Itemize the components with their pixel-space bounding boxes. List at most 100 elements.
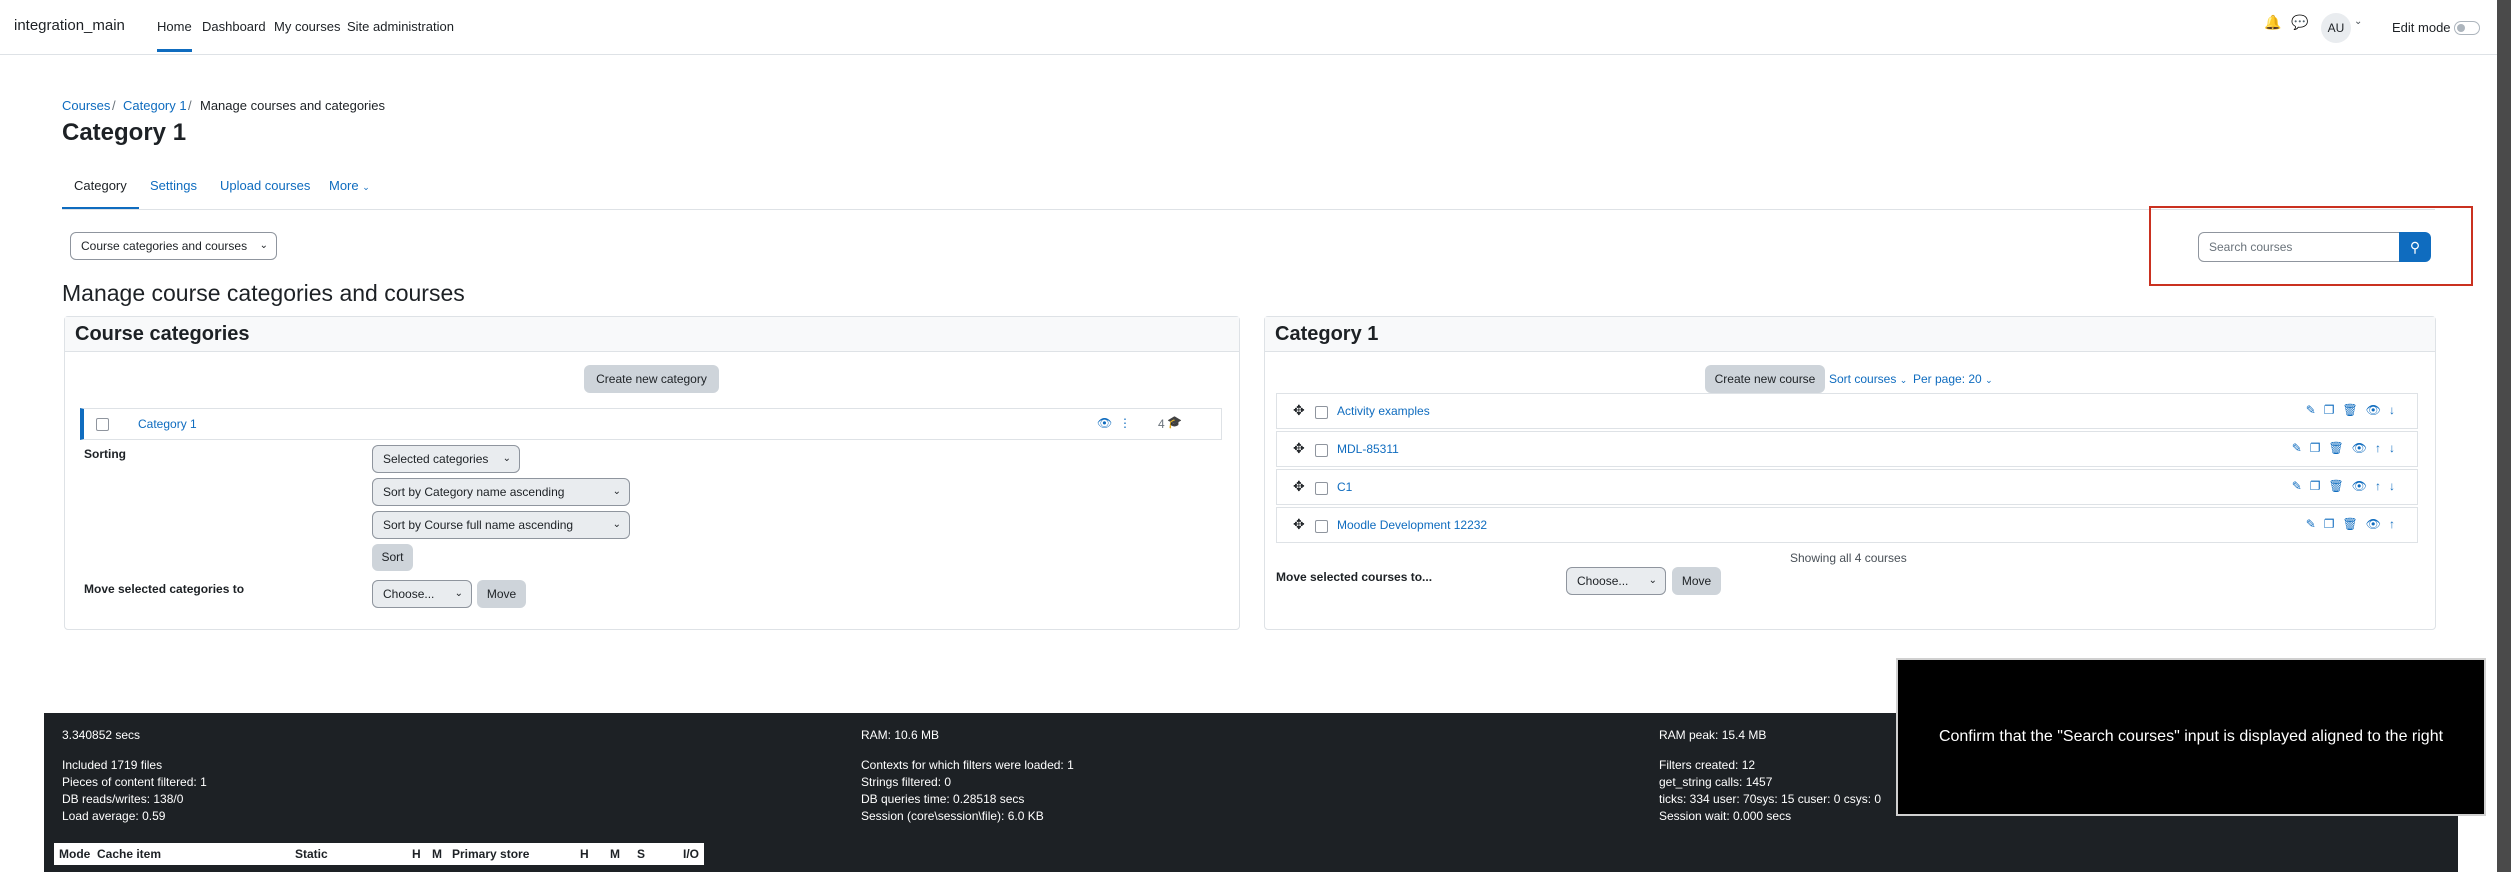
edit-mode-toggle[interactable]	[2454, 21, 2480, 35]
course-action-icons[interactable]: ✎❐🗑👁↑	[2306, 517, 2403, 531]
course-checkbox[interactable]	[1315, 406, 1328, 419]
graduation-cap-icon: 🎓	[1167, 415, 1182, 429]
nav-dashboard[interactable]: Dashboard	[202, 19, 266, 34]
move-courses-select[interactable]: Choose... ⌄	[1566, 567, 1666, 595]
table-header-cell: S	[637, 847, 646, 861]
breadcrumb-separator: /	[188, 98, 192, 113]
cache-table-header: Mode Cache item Static H M Primary store…	[54, 843, 704, 865]
avatar[interactable]: AU	[2321, 13, 2351, 43]
course-row: ✥ C1 ✎❐🗑👁↑↓	[1276, 469, 2418, 505]
sort-courses-label: Sort courses	[1829, 372, 1897, 386]
tab-more[interactable]: More ⌄	[329, 178, 370, 193]
search-button[interactable]: ⚲	[2399, 232, 2431, 262]
eye-icon[interactable]: 👁	[1097, 416, 1112, 430]
footer-stat: Load average: 0.59	[62, 809, 166, 823]
move-courses-select-value: Choose...	[1577, 574, 1629, 588]
course-link[interactable]: C1	[1337, 480, 1352, 494]
course-checkbox[interactable]	[1315, 520, 1328, 533]
move-courses-label: Move selected courses to...	[1276, 570, 1433, 584]
chevron-down-icon: ⌄	[1648, 575, 1657, 586]
chevron-down-icon: ⌄	[502, 453, 511, 464]
course-link[interactable]: MDL-85311	[1337, 442, 1399, 456]
course-row: ✥ MDL-85311 ✎❐🗑👁↑↓	[1276, 431, 2418, 467]
course-action-icons[interactable]: ✎❐🗑👁↓	[2306, 403, 2403, 417]
chevron-down-icon: ⌄	[612, 519, 621, 530]
breadcrumb-category[interactable]: Category 1	[123, 98, 187, 113]
table-header-cell: H	[580, 847, 589, 861]
course-link[interactable]: Moodle Development 12232	[1337, 518, 1487, 532]
manage-heading: Manage course categories and courses	[62, 280, 465, 306]
drag-handle-icon[interactable]: ✥	[1293, 516, 1305, 533]
move-categories-button[interactable]: Move	[477, 580, 526, 608]
window-edge	[2497, 0, 2511, 872]
course-checkbox[interactable]	[1315, 444, 1328, 457]
footer-stat: Strings filtered: 0	[861, 775, 952, 789]
breadcrumb-current: Manage courses and categories	[200, 98, 386, 113]
tabs-divider	[62, 209, 2435, 210]
table-header-cell: Mode	[59, 847, 91, 861]
footer-stat: Session (core\session\file): 6.0 KB	[861, 809, 1044, 823]
breadcrumb-courses[interactable]: Courses	[62, 98, 110, 113]
footer-stat: ticks: 334 user: 70sys: 15 cuser: 0 csys…	[1659, 792, 1882, 806]
footer-stat: 3.340852 secs	[62, 728, 141, 742]
chevron-down-icon[interactable]: ⌄	[2354, 16, 2362, 27]
instruction-text: Confirm that the "Search courses" input …	[1938, 728, 2444, 745]
view-mode-select[interactable]: Course categories and courses ⌄	[70, 232, 277, 260]
course-row: ✥ Moodle Development 12232 ✎❐🗑👁↑	[1276, 507, 2418, 543]
nav-home[interactable]: Home	[157, 19, 192, 52]
footer-stat: Included 1719 files	[62, 758, 163, 772]
sort-category-select[interactable]: Sort by Category name ascending ⌄	[372, 478, 630, 506]
course-link[interactable]: Activity examples	[1337, 404, 1430, 418]
chat-icon[interactable]: 💬	[2291, 14, 2308, 31]
footer-stat: Contexts for which filters were loaded: …	[861, 758, 1074, 772]
create-new-course-button[interactable]: Create new course	[1705, 365, 1825, 393]
page-title: Category 1	[62, 119, 187, 146]
move-categories-label: Move selected categories to	[84, 582, 245, 596]
sort-course-select[interactable]: Sort by Course full name ascending ⌄	[372, 511, 630, 539]
tab-upload-courses[interactable]: Upload courses	[220, 178, 310, 193]
footer-stat: Session wait: 0.000 secs	[1659, 809, 1792, 823]
sort-category-value: Sort by Category name ascending	[383, 485, 565, 499]
search-courses-input[interactable]: Search courses	[2198, 232, 2400, 262]
category-checkbox[interactable]	[96, 418, 109, 431]
table-header-cell: M	[610, 847, 620, 861]
kebab-menu-icon[interactable]: ⋮	[1119, 416, 1131, 430]
table-header-cell: I/O	[683, 847, 700, 861]
move-courses-button[interactable]: Move	[1672, 567, 1721, 595]
site-brand[interactable]: integration_main	[14, 17, 125, 34]
panel-title: Course categories	[75, 323, 250, 345]
per-page-menu[interactable]: Per page: 20 ⌄	[1913, 372, 1993, 386]
panel-header: Category 1	[1265, 317, 2435, 352]
drag-handle-icon[interactable]: ✥	[1293, 478, 1305, 495]
course-checkbox[interactable]	[1315, 482, 1328, 495]
create-new-category-button[interactable]: Create new category	[584, 365, 719, 393]
showing-count: Showing all 4 courses	[1790, 551, 1907, 565]
table-header-cell: M	[432, 847, 442, 861]
sort-scope-select[interactable]: Selected categories ⌄	[372, 445, 520, 473]
per-page-label: Per page: 20	[1913, 372, 1982, 386]
footer-stat: Pieces of content filtered: 1	[62, 775, 207, 789]
drag-handle-icon[interactable]: ✥	[1293, 440, 1305, 457]
table-header-cell: Cache item	[97, 847, 162, 861]
view-mode-select-value: Course categories and courses	[81, 239, 248, 253]
course-action-icons[interactable]: ✎❐🗑👁↑↓	[2292, 441, 2403, 455]
sort-button[interactable]: Sort	[372, 544, 413, 571]
chevron-down-icon: ⌄	[259, 240, 268, 251]
course-action-icons[interactable]: ✎❐🗑👁↑↓	[2292, 479, 2403, 493]
category-course-count: 4	[1158, 417, 1165, 431]
drag-handle-icon[interactable]: ✥	[1293, 402, 1305, 419]
nav-site-administration[interactable]: Site administration	[347, 19, 454, 34]
tab-settings[interactable]: Settings	[150, 178, 197, 193]
course-row: ✥ Activity examples ✎❐🗑👁↓	[1276, 393, 2418, 429]
panel-header: Course categories	[65, 317, 1239, 352]
page: integration_main Home Dashboard My cours…	[0, 0, 2497, 872]
nav-my-courses[interactable]: My courses	[274, 19, 340, 34]
chevron-down-icon: ⌄	[1899, 375, 1908, 385]
category-name-link[interactable]: Category 1	[138, 417, 197, 431]
chevron-down-icon: ⌄	[1985, 375, 1993, 385]
tab-category[interactable]: Category	[62, 178, 139, 209]
sort-courses-menu[interactable]: Sort courses ⌄	[1829, 372, 1907, 386]
footer-stat: RAM: 10.6 MB	[861, 728, 940, 742]
move-categories-select[interactable]: Choose... ⌄	[372, 580, 472, 608]
bell-icon[interactable]: 🔔	[2264, 14, 2281, 31]
